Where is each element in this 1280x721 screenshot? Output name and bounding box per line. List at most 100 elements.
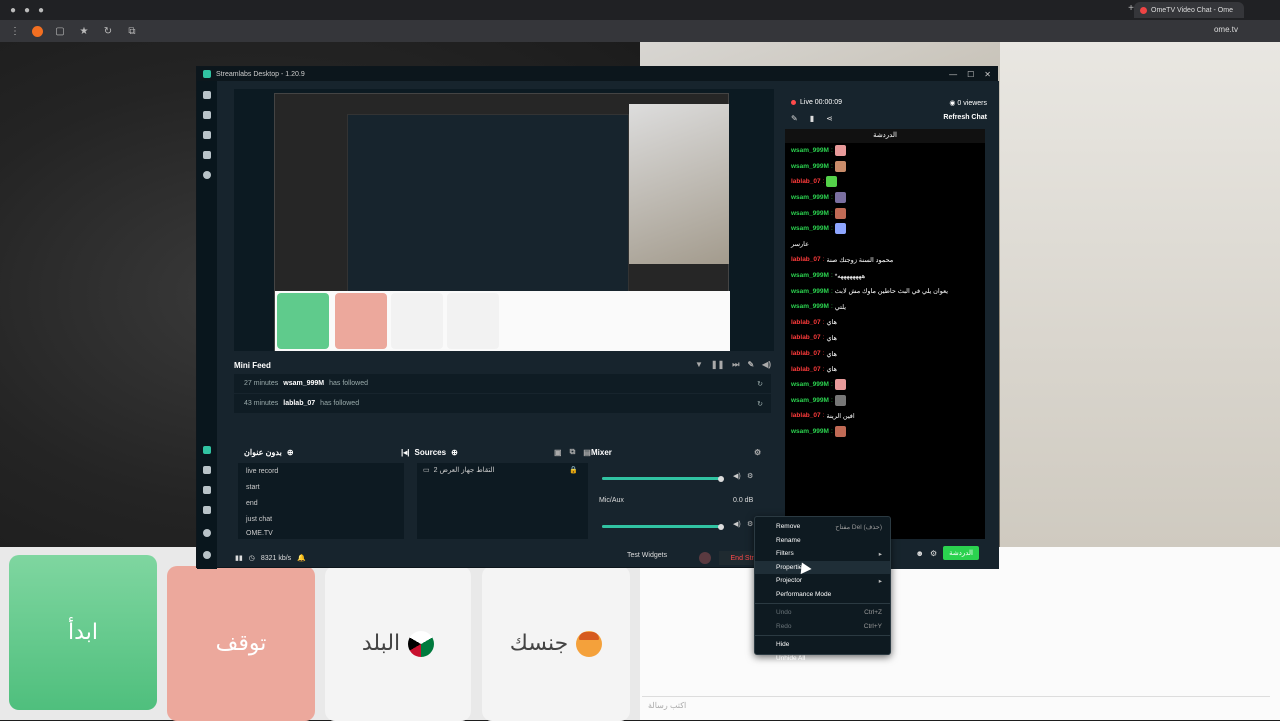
menu-item-properties[interactable]: Properties — [755, 560, 890, 574]
chat-message: lablab_07: هاي — [791, 334, 837, 342]
mute-alerts-icon[interactable]: ✎ — [747, 360, 754, 370]
mic-speaker-icon[interactable]: ◀) — [733, 520, 741, 528]
menu-item-remove[interactable]: Remove مفتاح Del (حذف) — [755, 520, 890, 534]
apps-icon[interactable] — [203, 486, 211, 494]
mixer-settings-icon[interactable]: ⚙ — [754, 445, 761, 459]
mic-aux-slider[interactable] — [602, 523, 724, 530]
stats-icon[interactable]: ▮▮ — [235, 554, 243, 562]
profile-icon[interactable] — [203, 551, 211, 559]
chat-username[interactable]: lablab_07 — [791, 350, 821, 357]
scene-item[interactable]: OME.TV — [238, 527, 404, 539]
bookmark-star-icon[interactable]: ★ — [77, 26, 91, 37]
start-button[interactable]: ابدأ — [9, 555, 157, 710]
mic-settings-icon[interactable]: ⚙ — [747, 520, 753, 528]
reload-icon[interactable]: ↻ — [101, 26, 115, 37]
chat-username[interactable]: lablab_07 — [791, 366, 821, 373]
source-item[interactable]: ▭ التقاط جهاز العرض 2 🔒 — [417, 463, 588, 477]
refresh-chat-button[interactable]: Refresh Chat — [943, 114, 987, 121]
scene-item[interactable]: just chat — [238, 511, 404, 527]
group-icon[interactable]: ⧉ — [570, 447, 576, 457]
chat-username[interactable]: lablab_07 — [791, 319, 821, 326]
remove-source-icon[interactable]: ▤ — [583, 448, 591, 457]
chat-username[interactable]: lablab_07 — [791, 256, 821, 263]
minimize-window-icon[interactable]: ● — [20, 5, 34, 16]
themes-icon[interactable] — [203, 111, 211, 119]
desktop-audio-slider[interactable] — [602, 475, 724, 482]
stop-button[interactable]: توقف — [167, 566, 315, 721]
chat-username[interactable]: wsam_999M — [791, 303, 829, 310]
studio-icon[interactable] — [203, 151, 211, 159]
volume-icon[interactable]: ◀) — [762, 360, 771, 370]
add-scene-icon[interactable]: ⊕ — [287, 448, 294, 457]
chat-username[interactable]: lablab_07 — [791, 412, 821, 419]
flag-icon — [408, 630, 435, 657]
menu-item-projector[interactable]: Projector ▸ — [755, 574, 890, 588]
chat-send-button[interactable]: الدردشة — [943, 546, 979, 560]
dashboard-icon[interactable] — [203, 446, 211, 454]
edit-icon[interactable]: ✎ — [791, 114, 798, 123]
editor-icon[interactable] — [203, 91, 211, 99]
folder-icon[interactable]: ▣ — [554, 448, 562, 457]
scene-item[interactable]: start — [238, 479, 404, 495]
chat-username[interactable]: wsam_999M — [791, 147, 829, 154]
chat-username[interactable]: wsam_999M — [791, 225, 829, 232]
chat-username[interactable]: wsam_999M — [791, 288, 829, 295]
notifications-icon[interactable]: 🔔 — [297, 554, 306, 562]
menu-item-performance-mode[interactable]: Performance Mode — [755, 588, 890, 602]
menu-item-unhide-all[interactable]: Unhide All — [755, 652, 890, 666]
chat-username[interactable]: lablab_07 — [791, 178, 821, 185]
maximize-icon[interactable]: ☐ — [967, 70, 974, 79]
chat-username[interactable]: wsam_999M — [791, 428, 829, 435]
chat-settings-icon[interactable]: ⚙ — [930, 549, 937, 558]
sources-collapse-icon[interactable]: |◂| — [401, 448, 410, 457]
repeat-alert-icon[interactable]: ↻ — [757, 380, 763, 388]
menu-dots-icon[interactable]: ⋮ — [8, 26, 22, 37]
extensions-icon[interactable]: ⧉ — [125, 26, 139, 37]
plugins-icon[interactable] — [203, 506, 211, 514]
chat-username[interactable]: lablab_07 — [791, 334, 821, 341]
speaker-icon[interactable]: ◀) — [733, 472, 741, 480]
brave-icon[interactable] — [32, 25, 43, 37]
emoji-icon[interactable]: ☻ — [916, 549, 924, 558]
chat-username[interactable]: wsam_999M — [791, 194, 829, 201]
pause-icon[interactable]: ❚❚ — [711, 360, 724, 370]
country-button[interactable]: البلد — [325, 566, 471, 721]
address-bar[interactable]: ome.tv — [1214, 25, 1238, 34]
chat-username[interactable]: wsam_999M — [791, 272, 829, 279]
menu-item-rename[interactable]: Rename — [755, 534, 890, 548]
scene-item[interactable]: end — [238, 495, 404, 511]
store-icon[interactable] — [203, 131, 211, 139]
test-widgets-button[interactable]: Test Widgets — [627, 552, 667, 559]
chat-username[interactable]: wsam_999M — [791, 163, 829, 170]
channel-settings-icon[interactable]: ⚙ — [747, 472, 753, 480]
chat-username[interactable]: wsam_999M — [791, 397, 829, 404]
scene-item[interactable]: live record — [238, 463, 404, 479]
add-source-icon[interactable]: ⊕ — [451, 448, 458, 457]
stream-preview[interactable] — [234, 89, 774, 351]
maximize-window-icon[interactable]: ● — [34, 5, 48, 16]
chat-username[interactable]: wsam_999M — [791, 381, 829, 388]
menu-item-filters[interactable]: Filters ▸ — [755, 547, 890, 561]
chat-text: هاي — [826, 334, 837, 342]
sidebar-icon[interactable]: ▢ — [53, 26, 67, 37]
filter-icon[interactable]: ▼ — [695, 360, 703, 370]
chat-message: wsam_999M: يلتي — [791, 303, 847, 311]
record-icon[interactable] — [699, 552, 711, 564]
repeat-alert-icon[interactable]: ↻ — [757, 400, 763, 408]
highlighter-icon[interactable] — [203, 171, 211, 179]
gender-button[interactable]: جنسك — [482, 566, 630, 721]
minimize-icon[interactable]: — — [949, 70, 957, 79]
tab-ometv[interactable]: OmeTV Video Chat - Ome — [1134, 2, 1244, 18]
help-icon[interactable] — [203, 466, 211, 474]
chat-username[interactable]: wsam_999M — [791, 210, 829, 217]
close-icon[interactable]: ✕ — [984, 70, 991, 79]
close-window-icon[interactable]: ● — [6, 5, 20, 16]
chat-input[interactable]: اكتب رسالة — [642, 696, 1270, 714]
window-title: Streamlabs Desktop - 1.20.9 — [216, 70, 305, 78]
lock-icon[interactable]: 🔒 — [569, 466, 578, 474]
share-icon[interactable]: ⋖ — [826, 114, 833, 123]
settings-icon[interactable] — [203, 529, 211, 537]
popout-icon[interactable]: ▮ — [810, 114, 814, 123]
menu-item-hide[interactable]: Hide — [755, 638, 890, 652]
skip-icon[interactable]: ⏭ — [732, 360, 739, 370]
